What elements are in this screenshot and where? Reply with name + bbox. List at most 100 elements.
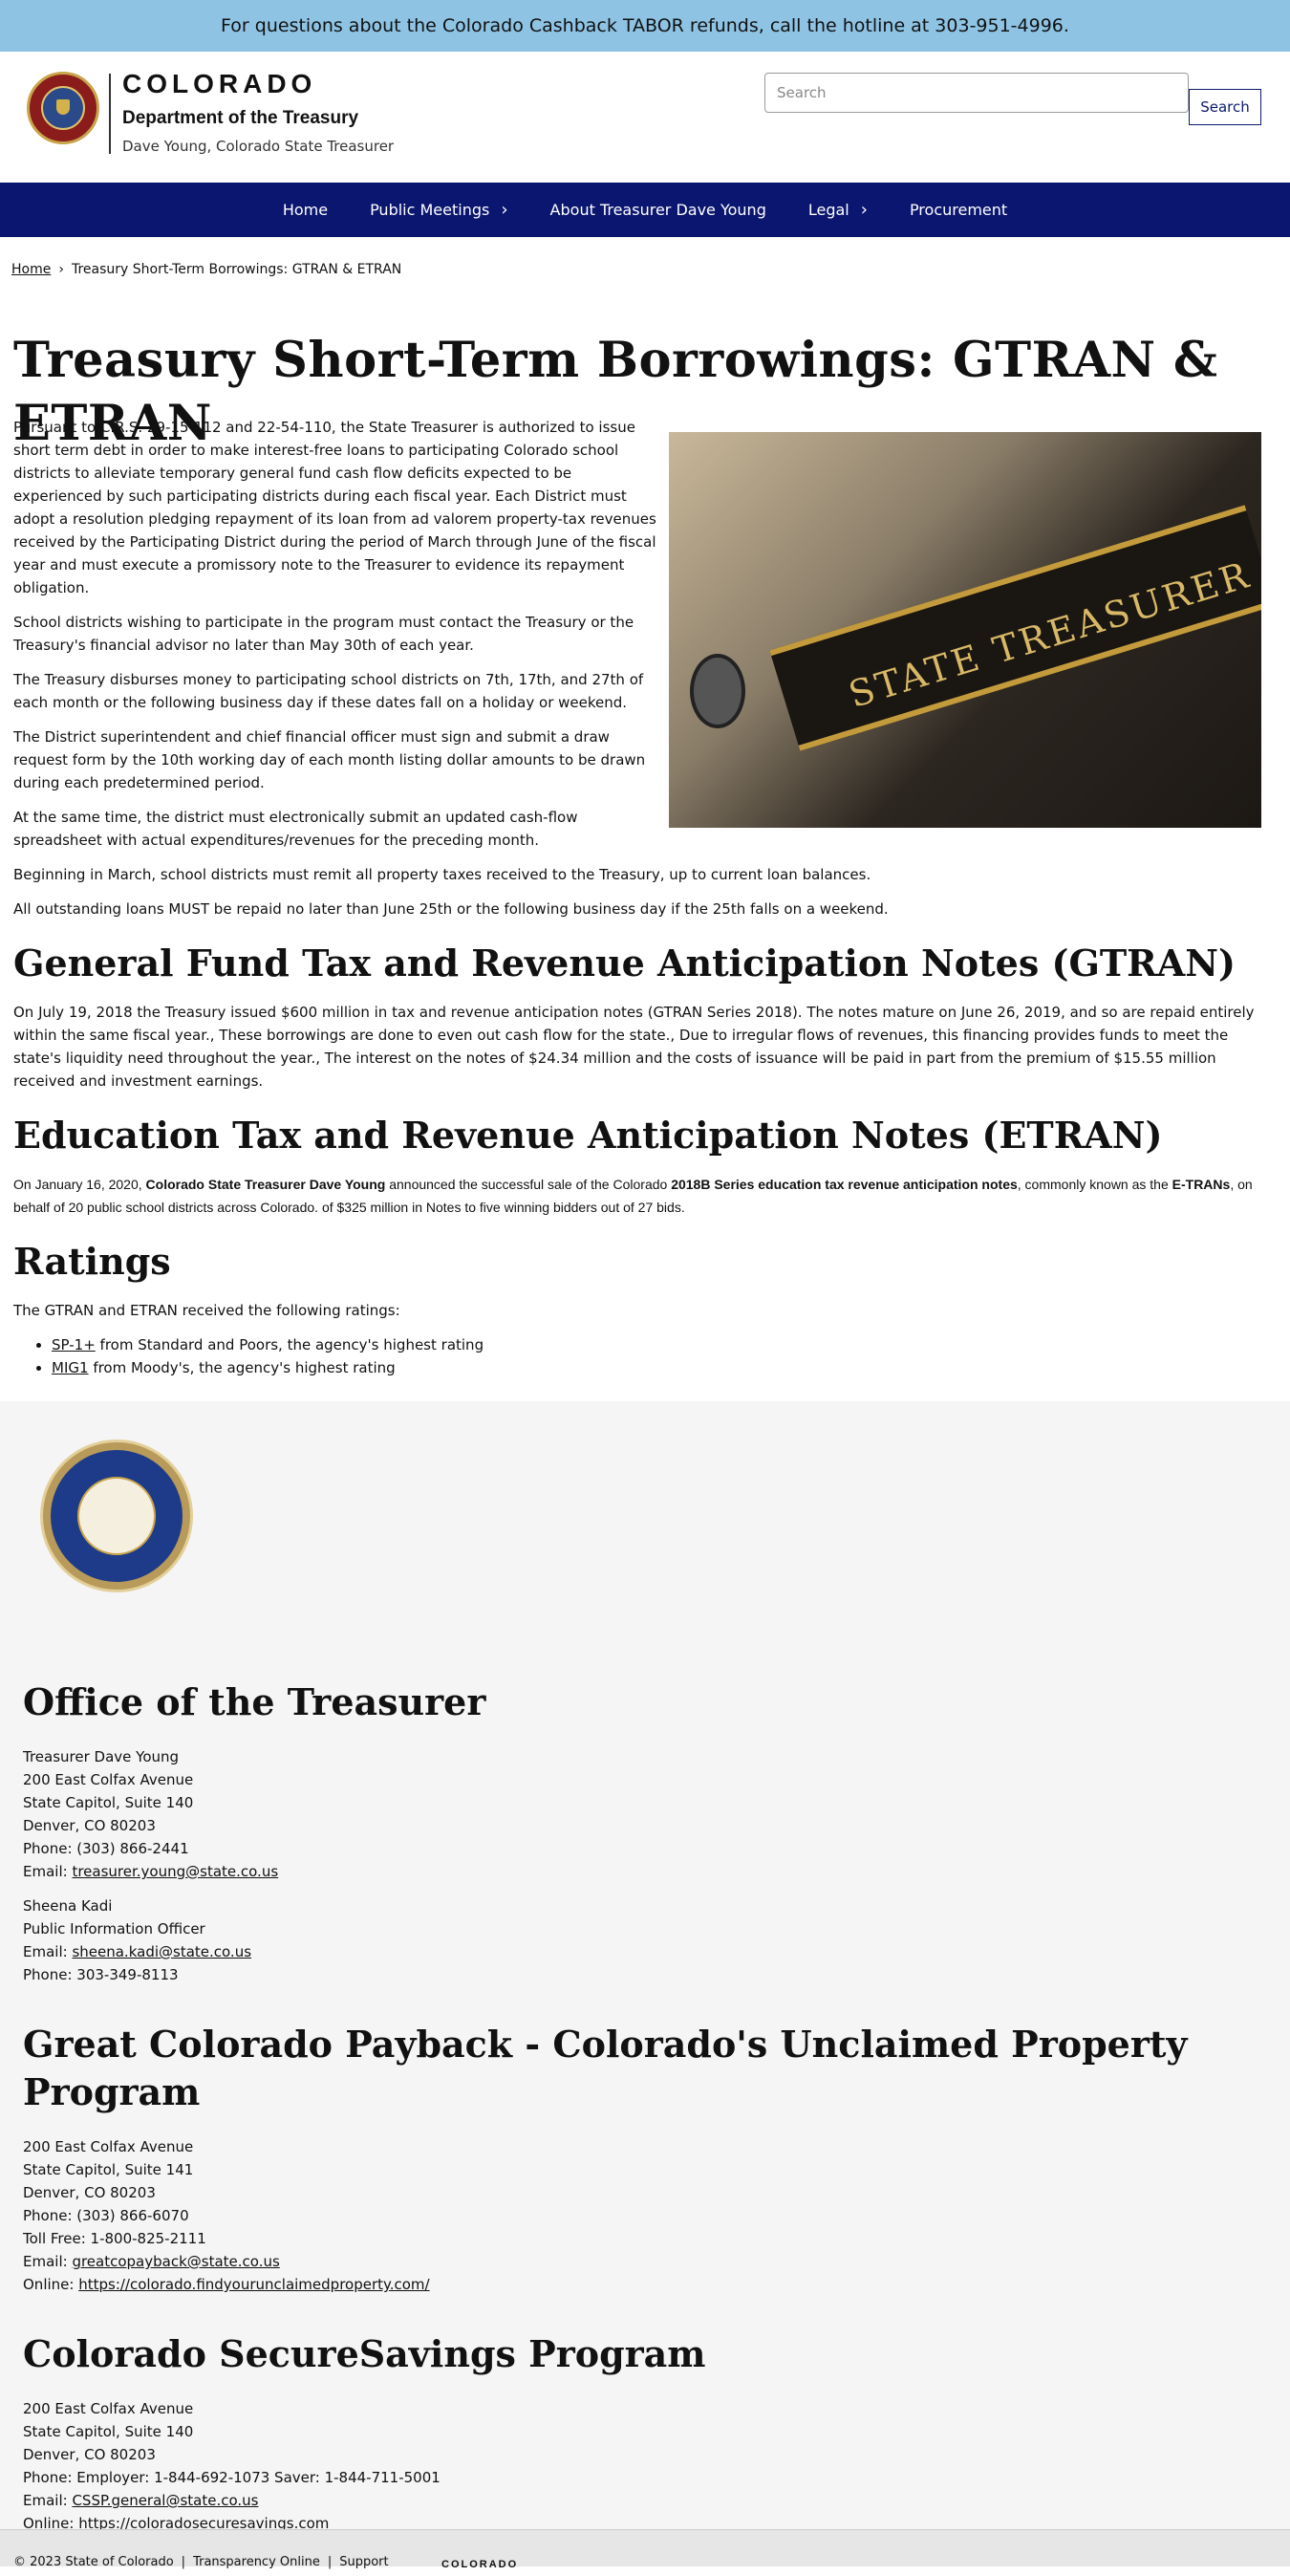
ratings-heading: Ratings xyxy=(13,1240,171,1283)
rating-item: SP-1+ from Standard and Poors, the agenc… xyxy=(52,1333,1275,1356)
main-content: Pursuant to C.R.S. 29-15-112 and 22-54-1… xyxy=(13,416,1275,1379)
securesavings-line: Denver, CO 80203 xyxy=(23,2446,156,2463)
chevron-right-icon[interactable]: › xyxy=(861,199,868,222)
footer-contacts: Office of the Treasurer Treasurer Dave Y… xyxy=(23,1678,1275,2546)
office-line: Phone: (303) 866-2441 xyxy=(23,1840,189,1857)
rating-item: MIG1 from Moody's, the agency's highest … xyxy=(52,1356,1275,1379)
office-line: 200 East Colfax Avenue xyxy=(23,1771,194,1788)
payback-line: Denver, CO 80203 xyxy=(23,2184,156,2201)
support-link[interactable]: Support xyxy=(339,2555,388,2569)
nav-item-public-meetings[interactable]: Public Meetings › xyxy=(349,199,528,222)
treasurers-office-seal-logo xyxy=(40,1440,193,1592)
transparency-link[interactable]: Transparency Online xyxy=(193,2555,320,2569)
securesavings-line: Phone: Employer: 1-844-692-1073 Saver: 1… xyxy=(23,2469,441,2486)
breadcrumb-separator: › xyxy=(58,262,64,277)
payback-line: 200 East Colfax Avenue xyxy=(23,2138,194,2155)
pio-email-row: Email: sheena.kadi@state.co.us xyxy=(23,1940,1275,1963)
online-label: Online: xyxy=(23,2276,79,2293)
seal-center-icon xyxy=(41,86,85,130)
intro-paragraph: The District superintendent and chief fi… xyxy=(13,728,646,791)
etran-text: On January 16, 2020, xyxy=(13,1177,146,1192)
colorado-footer-logo[interactable]: COLORADO xyxy=(441,2553,518,2576)
nav-item-about[interactable]: About Treasurer Dave Young xyxy=(529,199,787,222)
brand-department[interactable]: Department of the Treasury xyxy=(122,107,358,130)
intro-paragraph: The Treasury disburses money to particip… xyxy=(13,671,644,711)
email-label: Email: xyxy=(23,2253,73,2270)
breadcrumb: Home › Treasury Short-Term Borrowings: GTR… xyxy=(11,260,401,279)
etran-bold: Colorado State Treasurer Dave Young xyxy=(145,1177,386,1192)
search-button[interactable]: Search xyxy=(1189,89,1261,125)
search-input[interactable] xyxy=(764,73,1189,113)
nav-item-legal[interactable]: Legal › xyxy=(787,199,889,222)
alert-banner: For questions about the Colorado Cashbac… xyxy=(0,0,1290,52)
office-contact: Treasurer Dave Young 200 East Colfax Ave… xyxy=(23,1745,1275,1883)
pio-line: Public Information Officer xyxy=(23,1920,205,1937)
payback-line: Phone: (303) 866-6070 xyxy=(23,2207,189,2224)
email-label: Email: xyxy=(23,1943,73,1960)
bottom-bar: © 2023 State of Colorado | Transparency On… xyxy=(0,2529,1290,2570)
nav-label: Public Meetings xyxy=(370,200,490,219)
intro-paragraph: At the same time, the district must elec… xyxy=(13,809,578,849)
nav-item-home[interactable]: Home xyxy=(262,199,349,222)
seal-emblem-icon xyxy=(77,1477,156,1555)
rating-text: from Standard and Poors, the agency's hi… xyxy=(95,1336,484,1353)
payback-line: State Capitol, Suite 141 xyxy=(23,2161,194,2178)
office-line: Denver, CO 80203 xyxy=(23,1817,156,1834)
payback-online-row: Online: https://colorado.findyourunclaim… xyxy=(23,2273,1275,2296)
nav-label: About Treasurer Dave Young xyxy=(549,200,766,219)
email-label: Email: xyxy=(23,2492,73,2509)
intro-paragraph: Pursuant to C.R.S. 29-15-112 and 22-54-1… xyxy=(13,419,656,596)
pio-email-link[interactable]: sheena.kadi@state.co.us xyxy=(72,1943,251,1960)
intro-paragraph: School districts wishing to participate … xyxy=(13,614,634,654)
seal-ring xyxy=(51,1450,183,1582)
securesavings-email-row: Email: CSSP.general@state.co.us xyxy=(23,2489,1275,2512)
footer: Office of the Treasurer Treasurer Dave Y… xyxy=(0,1401,1290,2532)
breadcrumb-home-link[interactable]: Home xyxy=(11,262,51,277)
office-email-row: Email: treasurer.young@state.co.us xyxy=(23,1860,1275,1883)
chevron-right-icon[interactable]: › xyxy=(501,199,507,222)
etran-heading: Education Tax and Revenue Anticipation N… xyxy=(13,1114,1163,1157)
securesavings-contact: 200 East Colfax Avenue State Capitol, Su… xyxy=(23,2397,1275,2535)
colorado-seal-logo[interactable] xyxy=(27,72,99,144)
brand-subtitle: Dave Young, Colorado State Treasurer xyxy=(122,138,395,155)
nav-label: Home xyxy=(282,200,329,219)
office-line: Treasurer Dave Young xyxy=(23,1748,180,1765)
bottom-separator: | xyxy=(327,2555,333,2569)
etran-text: announced the successful sale of the Col… xyxy=(385,1177,672,1192)
payback-online-link[interactable]: https://colorado.findyourunclaimedproper… xyxy=(78,2276,429,2293)
securesavings-email-link[interactable]: CSSP.general@state.co.us xyxy=(72,2492,258,2509)
full-paragraph: All outstanding loans MUST be repaid no … xyxy=(13,900,889,918)
payback-contact: 200 East Colfax Avenue State Capitol, Su… xyxy=(23,2135,1275,2296)
securesavings-heading: Colorado SecureSavings Program xyxy=(23,2332,706,2375)
etran-bold: 2018B Series education tax revenue antic… xyxy=(671,1177,1018,1192)
office-heading: Office of the Treasurer xyxy=(23,1680,486,1723)
intro-column: Pursuant to C.R.S. 29-15-112 and 22-54-1… xyxy=(13,416,658,852)
main-nav: Home Public Meetings › About Treasurer Da… xyxy=(0,183,1290,237)
rating-link-mig1[interactable]: MIG1 xyxy=(52,1359,89,1376)
ratings-intro: The GTRAN and ETRAN received the followi… xyxy=(13,1302,400,1319)
copyright-text: © 2023 State of Colorado xyxy=(13,2555,174,2569)
payback-email-link[interactable]: greatcopayback@state.co.us xyxy=(72,2253,279,2270)
nav-label: Legal xyxy=(807,200,849,219)
breadcrumb-current: Treasury Short-Term Borrowings: GTRAN & … xyxy=(71,262,402,277)
rating-text: from Moody's, the agency's highest ratin… xyxy=(88,1359,396,1376)
bottom-separator: | xyxy=(181,2555,186,2569)
gtran-paragraph: On July 19, 2018 the Treasury issued $60… xyxy=(13,1004,1255,1090)
nav-label: Procurement xyxy=(909,200,1008,219)
pio-phone: Phone: 303-349-8113 xyxy=(23,1966,179,1983)
office-line: State Capitol, Suite 140 xyxy=(23,1794,194,1811)
securesavings-line: 200 East Colfax Avenue xyxy=(23,2400,194,2417)
payback-heading: Great Colorado Payback - Colorado's Uncl… xyxy=(23,2023,1188,2113)
email-label: Email: xyxy=(23,1863,73,1880)
nav-item-procurement[interactable]: Procurement xyxy=(889,199,1028,222)
securesavings-line: State Capitol, Suite 140 xyxy=(23,2423,194,2440)
rating-link-sp1[interactable]: SP-1+ xyxy=(52,1336,96,1353)
etran-text: , commonly known as the xyxy=(1017,1177,1172,1192)
office-email-link[interactable]: treasurer.young@state.co.us xyxy=(72,1863,278,1880)
alert-text: For questions about the Colorado Cashbac… xyxy=(221,15,1069,36)
payback-email-row: Email: greatcopayback@state.co.us xyxy=(23,2250,1275,2273)
etran-bold: E-TRANs xyxy=(1172,1177,1231,1192)
gtran-heading: General Fund Tax and Revenue Anticipatio… xyxy=(13,942,1236,985)
brand-state[interactable]: COLORADO xyxy=(122,69,316,99)
